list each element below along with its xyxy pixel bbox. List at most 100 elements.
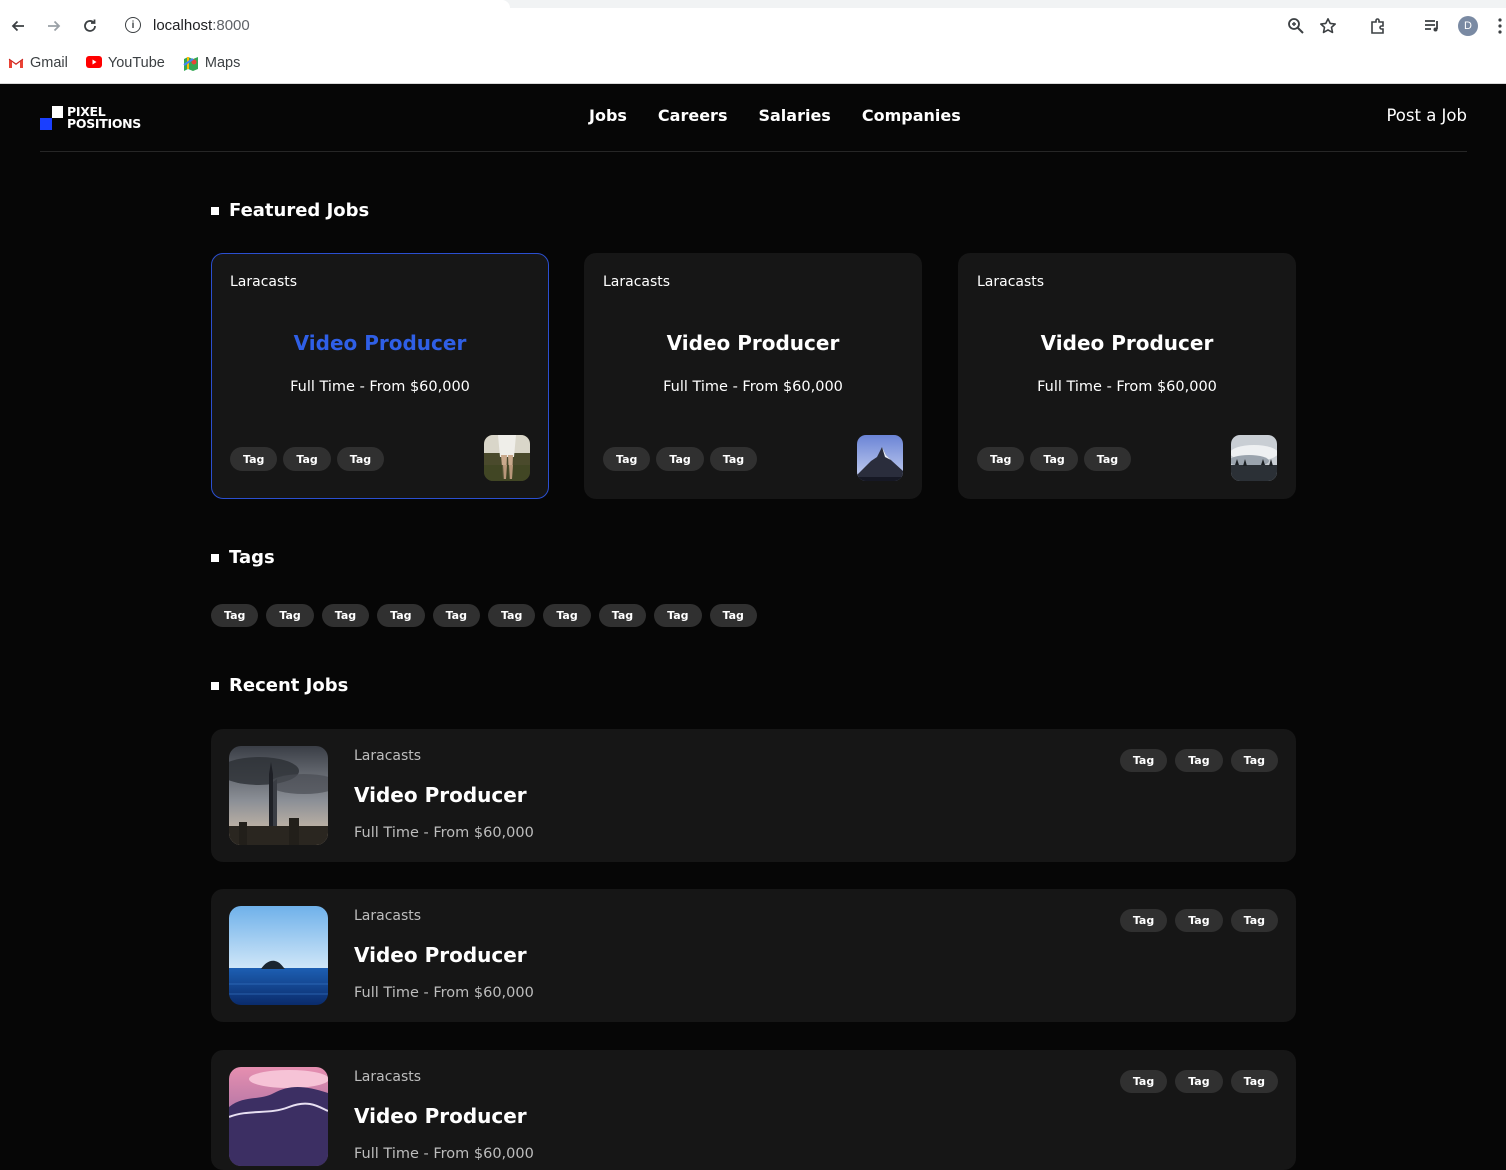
nav-companies[interactable]: Companies [862,106,961,125]
job-title[interactable]: Video Producer [585,331,921,355]
bookmark-youtube[interactable]: YouTube [85,55,165,71]
employer-logo-image [484,435,530,481]
logo-wordmark: PIXEL POSITIONS [67,104,142,131]
employer-logo-image [1231,435,1277,481]
job-tags: Tag Tag Tag [1112,749,1278,772]
tag-pill[interactable]: Tag [211,604,259,627]
company-name: Laracasts [603,274,671,290]
bookmark-star-icon[interactable] [1316,14,1340,38]
employer-logo-image [229,1067,328,1166]
job-tags: Tag Tag Tag [603,447,763,471]
job-title[interactable]: Video Producer [959,331,1295,355]
active-tab[interactable] [0,0,510,8]
recent-job-card[interactable]: Laracasts Video Producer Full Time - Fro… [211,729,1296,862]
address-bar[interactable]: i localhost:8000 [112,9,1362,43]
page-body: PIXEL POSITIONS Jobs Careers Salaries Co… [0,84,1506,1170]
company-name: Laracasts [354,1069,422,1085]
tag-pill[interactable]: Tag [1230,1070,1278,1093]
job-meta: Full Time - From $60,000 [354,825,534,841]
job-tags: Tag Tag Tag [1112,909,1278,932]
job-title[interactable]: Video Producer [354,1104,527,1128]
back-icon[interactable] [6,14,30,38]
tag-pill[interactable]: Tag [1083,447,1132,471]
job-meta: Full Time - From $60,000 [1037,379,1217,395]
tab-strip [0,0,1506,8]
browser-chrome: i localhost:8000 D Gmail YouTube Maps [0,0,1506,84]
tag-pill[interactable]: Tag [1230,749,1278,772]
tag-pill[interactable]: Tag [1175,749,1223,772]
tag-pill[interactable]: Tag [336,447,385,471]
tag-pill[interactable]: Tag [266,604,314,627]
tag-pill[interactable]: Tag [977,447,1025,471]
tag-pill[interactable]: Tag [432,604,480,627]
extensions-icon[interactable] [1366,14,1390,38]
forward-icon[interactable] [42,14,66,38]
employer-logo-image [229,746,328,845]
employer-logo-image [857,435,903,481]
youtube-icon [85,56,102,70]
tags-heading: Tags [211,547,275,568]
job-title[interactable]: Video Producer [354,783,527,807]
tag-pill[interactable]: Tag [603,447,651,471]
zoom-icon[interactable] [1284,14,1308,38]
tag-pill[interactable]: Tag [654,604,702,627]
tag-pill[interactable]: Tag [321,604,370,627]
tag-pill[interactable]: Tag [709,447,758,471]
tag-pill[interactable]: Tag [1119,909,1168,932]
pixel-positions-logo[interactable]: PIXEL POSITIONS [40,104,150,132]
reload-icon[interactable] [78,14,102,38]
tag-pill[interactable]: Tag [487,604,536,627]
main-nav: Jobs Careers Salaries Companies [589,106,992,125]
heading-square-icon [211,206,219,215]
nav-jobs[interactable]: Jobs [589,106,627,125]
featured-job-card[interactable]: Laracasts Video Producer Full Time - Fro… [584,253,922,499]
bookmarks-bar: Gmail YouTube Maps [0,50,250,76]
featured-jobs-heading: Featured Jobs [211,200,369,221]
recent-jobs-heading: Recent Jobs [211,675,348,696]
job-meta: Full Time - From $60,000 [354,985,534,1001]
tag-cloud: Tag Tag Tag Tag Tag Tag Tag Tag Tag Tag [211,604,765,627]
tag-pill[interactable]: Tag [377,604,425,627]
url-text[interactable]: localhost:8000 [153,17,250,34]
profile-avatar[interactable]: D [1458,16,1478,36]
tag-pill[interactable]: Tag [543,604,591,627]
recent-job-card[interactable]: Laracasts Video Producer Full Time - Fro… [211,889,1296,1022]
logo-white-square [52,106,63,118]
tag-pill[interactable]: Tag [283,447,331,471]
gmail-icon [8,56,24,70]
job-tags: Tag Tag Tag [1112,1070,1278,1093]
company-name: Laracasts [354,748,422,764]
tag-pill[interactable]: Tag [1230,909,1278,932]
featured-job-card[interactable]: Laracasts Video Producer Full Time - Fro… [958,253,1296,499]
tag-pill[interactable]: Tag [656,447,704,471]
tag-pill[interactable]: Tag [1119,1070,1168,1093]
tag-pill[interactable]: Tag [1175,1070,1223,1093]
tag-pill[interactable]: Tag [230,447,278,471]
site-header: PIXEL POSITIONS Jobs Careers Salaries Co… [40,84,1467,152]
site-info-icon[interactable]: i [125,17,141,33]
nav-salaries[interactable]: Salaries [758,106,830,125]
heading-square-icon [211,681,219,690]
job-meta: Full Time - From $60,000 [354,1146,534,1162]
bookmark-maps[interactable]: Maps [183,55,240,71]
tag-pill[interactable]: Tag [1030,447,1078,471]
tag-pill[interactable]: Tag [1119,749,1168,772]
bookmark-gmail[interactable]: Gmail [8,55,68,71]
menu-kebab-icon[interactable] [1494,14,1506,38]
company-name: Laracasts [977,274,1045,290]
nav-careers[interactable]: Careers [658,106,728,125]
post-job-link[interactable]: Post a Job [1386,106,1467,125]
job-tags: Tag Tag Tag [230,447,390,471]
media-queue-icon[interactable] [1420,14,1444,38]
featured-job-card[interactable]: Laracasts Video Producer Full Time - Fro… [211,253,549,499]
employer-logo-image [229,906,328,1005]
job-title[interactable]: Video Producer [354,943,527,967]
job-meta: Full Time - From $60,000 [663,379,843,395]
job-title[interactable]: Video Producer [212,331,548,355]
tag-pill[interactable]: Tag [598,604,647,627]
recent-job-card[interactable]: Laracasts Video Producer Full Time - Fro… [211,1050,1296,1170]
tag-pill[interactable]: Tag [709,604,757,627]
heading-square-icon [211,553,219,562]
logo-blue-square [40,118,52,130]
tag-pill[interactable]: Tag [1175,909,1223,932]
